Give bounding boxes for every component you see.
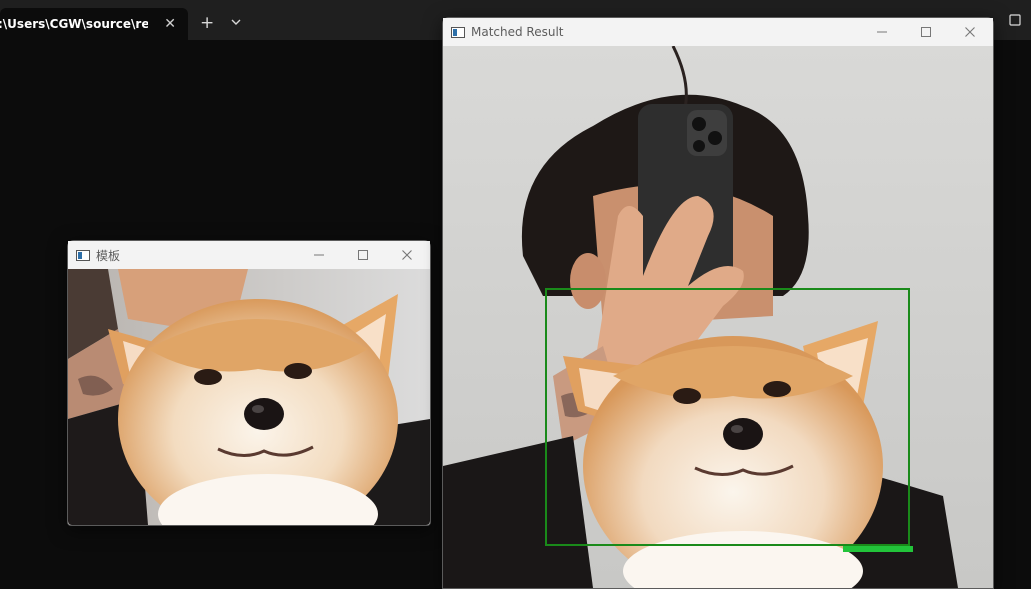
terminal-tab[interactable]: :\Users\CGW\source\repos\ ✕ bbox=[0, 8, 188, 40]
matched-result-window-titlebar[interactable]: Matched Result bbox=[443, 18, 993, 46]
opencv-window-icon bbox=[451, 26, 465, 38]
maximize-icon[interactable] bbox=[904, 18, 948, 46]
close-icon[interactable] bbox=[948, 18, 992, 46]
minimize-icon[interactable] bbox=[860, 18, 904, 46]
close-icon[interactable] bbox=[385, 241, 429, 269]
terminal-tab-title: :\Users\CGW\source\repos\ bbox=[0, 17, 148, 31]
chevron-down-icon[interactable] bbox=[229, 16, 243, 28]
matched-result-window-title: Matched Result bbox=[471, 25, 564, 39]
template-image bbox=[68, 269, 430, 525]
close-icon[interactable]: ✕ bbox=[164, 16, 176, 32]
matched-result-image bbox=[443, 46, 993, 588]
template-window-title: 模板 bbox=[96, 248, 121, 263]
plus-icon[interactable]: + bbox=[200, 14, 214, 32]
template-window-titlebar[interactable]: 模板 bbox=[68, 241, 430, 269]
template-window[interactable]: 模板 bbox=[67, 240, 431, 526]
maximize-icon[interactable] bbox=[341, 241, 385, 269]
opencv-window-icon bbox=[76, 249, 90, 261]
minimize-icon[interactable] bbox=[297, 241, 341, 269]
maximize-icon[interactable] bbox=[1009, 14, 1021, 26]
matched-result-window[interactable]: Matched Result bbox=[442, 17, 994, 589]
